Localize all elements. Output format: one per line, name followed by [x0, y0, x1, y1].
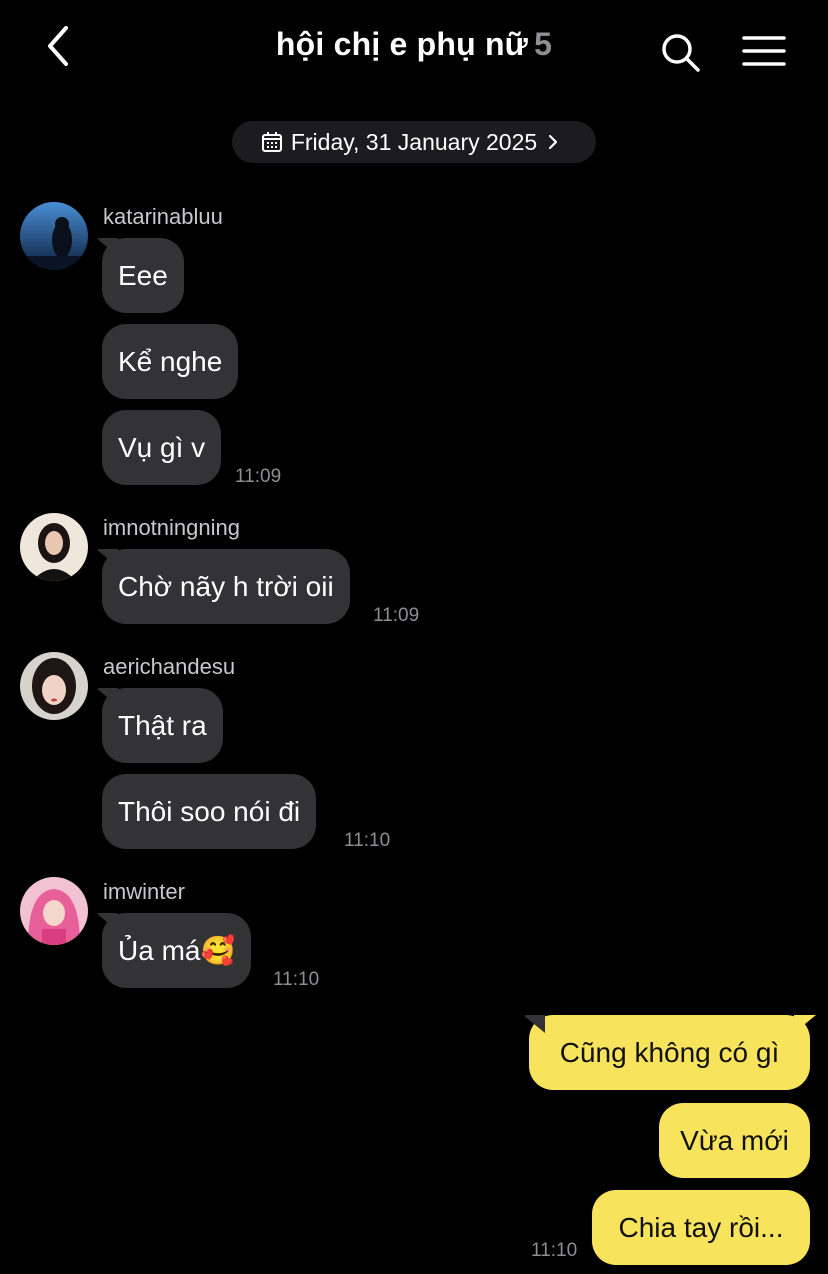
- search-icon: [662, 34, 700, 72]
- avatar-image: [20, 652, 88, 720]
- avatar-imwinter[interactable]: [20, 877, 88, 945]
- message-text: Chia tay rồi...: [618, 1211, 784, 1243]
- message-timestamp: 11:10: [531, 1240, 578, 1261]
- my-message-bubble[interactable]: Chia tay rồi...: [592, 1190, 810, 1265]
- calendar-icon: [261, 132, 282, 152]
- message-text: Vừa mới: [680, 1124, 789, 1156]
- message-text: Thật ra: [118, 709, 207, 741]
- message-bubble[interactable]: Ủa má🥰: [102, 913, 252, 988]
- my-message-bubble[interactable]: Cũng không có gì: [529, 1015, 810, 1090]
- message-bubble[interactable]: Eee: [102, 238, 184, 313]
- avatar-aerichandesu[interactable]: [20, 652, 88, 720]
- date-divider[interactable]: Friday, 31 January 2025: [232, 121, 596, 163]
- message-text: Eee: [118, 259, 168, 291]
- avatar-image: [20, 202, 88, 270]
- chat-title-text: hội chị e phụ nữ: [275, 26, 529, 62]
- my-message-bubble[interactable]: Vừa mới: [659, 1103, 810, 1178]
- username: imwinter: [103, 879, 185, 904]
- message-timestamp: 11:10: [273, 969, 320, 990]
- message-text: Kể nghe: [118, 345, 223, 377]
- avatar-imnotningning[interactable]: [20, 513, 88, 581]
- avatar-image: [20, 877, 88, 945]
- member-count: 5: [534, 26, 553, 62]
- message-bubble[interactable]: Kể nghe: [102, 324, 239, 399]
- username: imnotningning: [103, 515, 240, 540]
- message-text: Ủa má🥰: [118, 935, 236, 966]
- menu-button[interactable]: [740, 32, 788, 72]
- chevron-right-icon: [549, 134, 558, 150]
- search-button[interactable]: [658, 30, 704, 76]
- message-text: Thôi soo nói đi: [118, 795, 301, 827]
- date-label: Friday, 31 January 2025: [290, 128, 538, 155]
- message-bubble[interactable]: Vụ gì v: [102, 410, 222, 485]
- username: katarinabluu: [103, 204, 223, 229]
- message-text: Chờ nãy h trời oii: [118, 570, 334, 602]
- message-text: Cũng không có gì: [559, 1036, 780, 1068]
- message-bubble[interactable]: Chờ nãy h trời oii: [102, 549, 350, 624]
- message-text: Vụ gì v: [118, 431, 206, 463]
- avatar-katarinabluu[interactable]: [20, 202, 88, 270]
- avatar-image: [20, 513, 88, 581]
- message-timestamp: 11:09: [373, 605, 420, 626]
- message-bubble[interactable]: Thôi soo nói đi: [102, 774, 317, 849]
- message-bubble[interactable]: Thật ra: [102, 688, 223, 763]
- hamburger-menu-icon: [742, 36, 786, 66]
- message-timestamp: 11:09: [235, 466, 282, 487]
- username: aerichandesu: [103, 654, 236, 679]
- message-timestamp: 11:10: [344, 830, 391, 851]
